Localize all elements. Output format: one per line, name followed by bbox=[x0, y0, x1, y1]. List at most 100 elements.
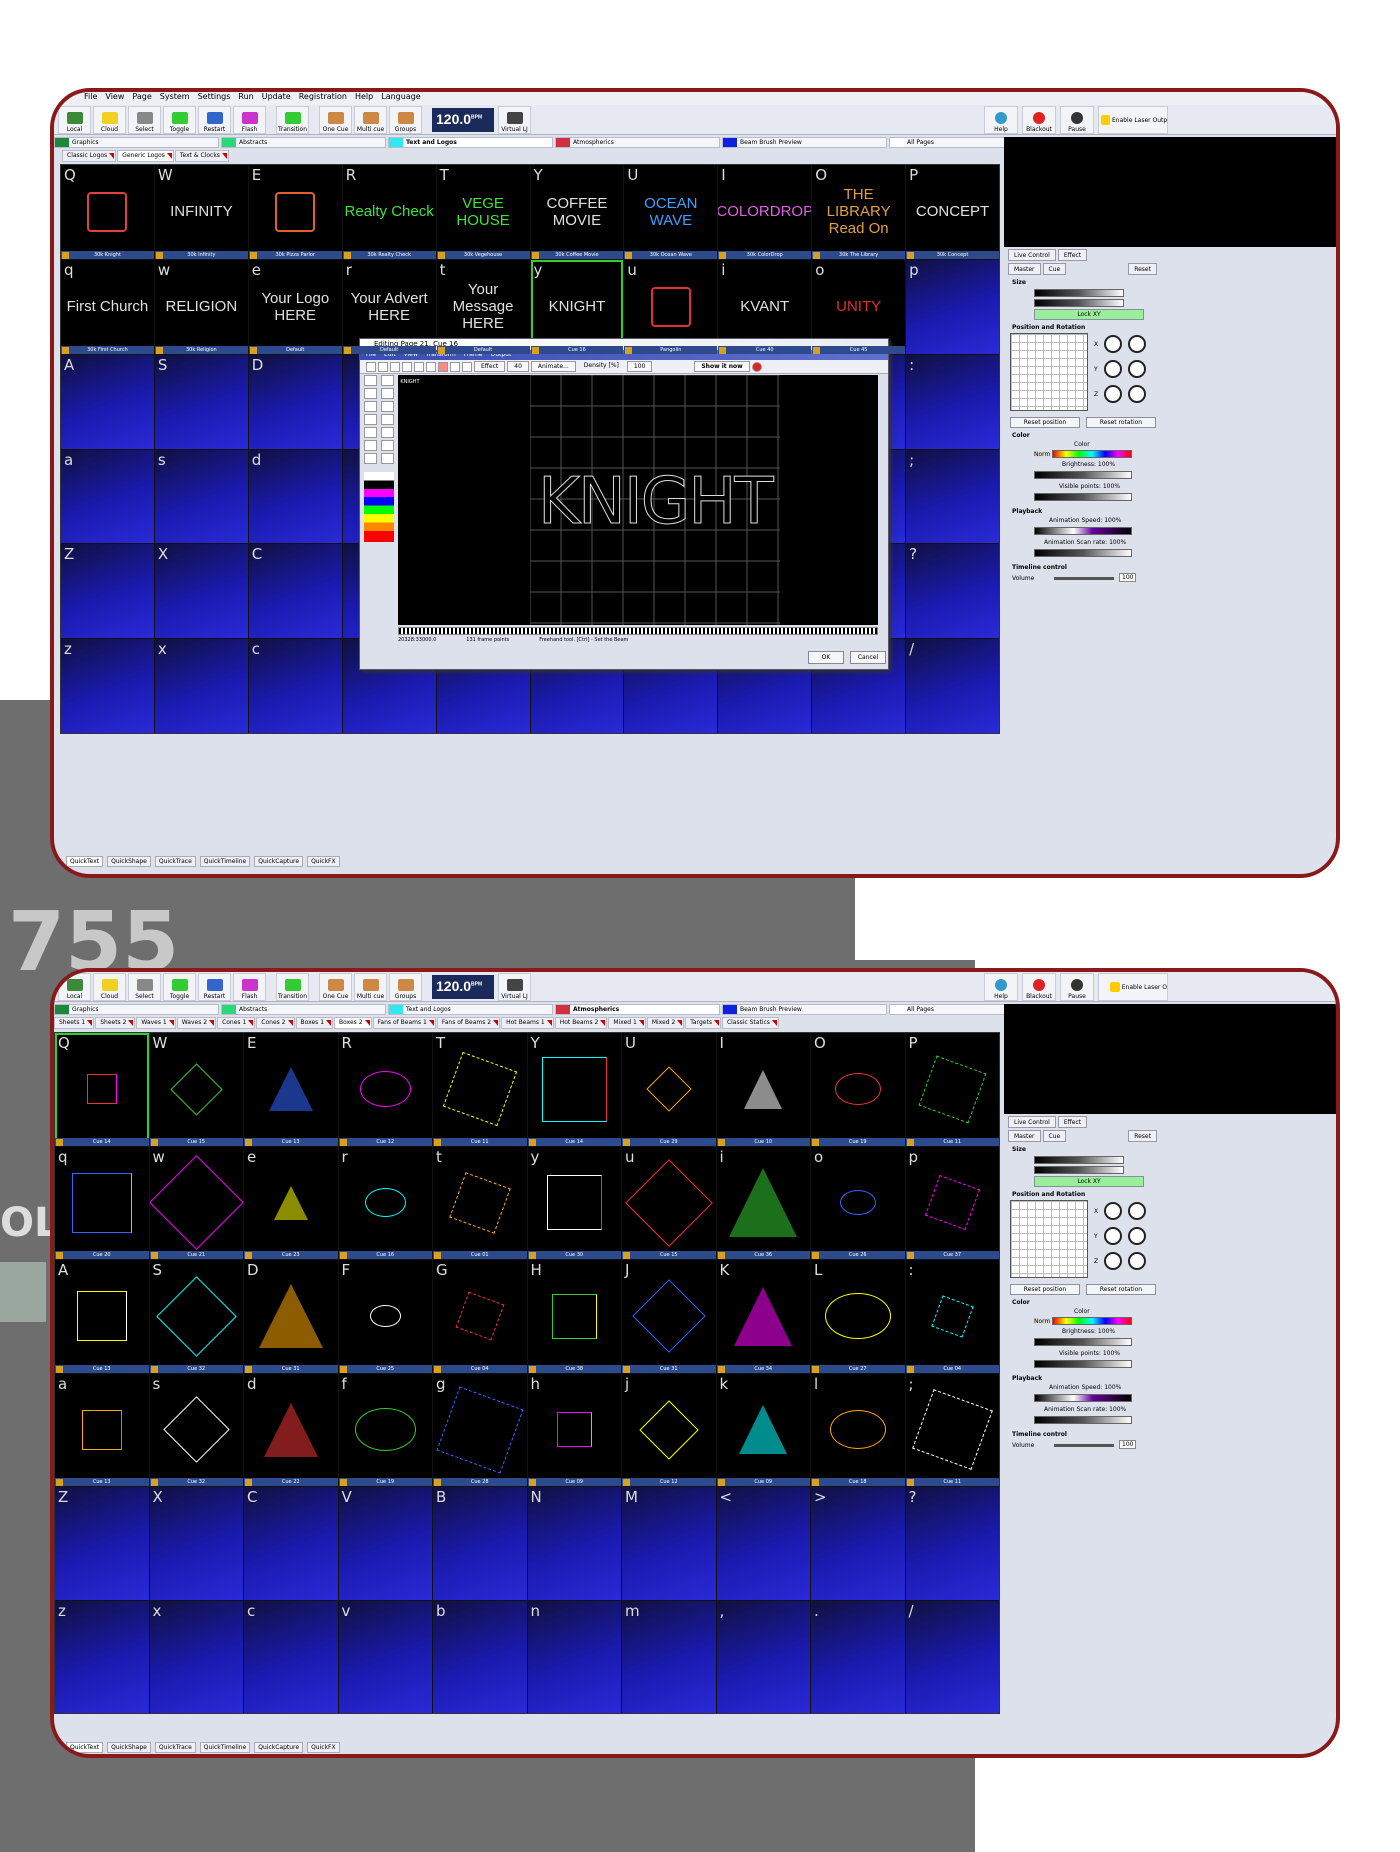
color-palette[interactable] bbox=[364, 472, 394, 542]
cue-cell[interactable]: e Cue 23 bbox=[244, 1146, 338, 1259]
cue-cell[interactable]: a Cue 13 bbox=[55, 1373, 149, 1486]
toolbar-transition-button[interactable]: Transition bbox=[276, 973, 309, 1001]
cue-cell[interactable]: Q 30k Knight bbox=[61, 165, 154, 259]
save-icon[interactable] bbox=[390, 361, 400, 372]
bottom-tab-quickshape[interactable]: QuickShape bbox=[107, 1742, 151, 1753]
cue-cell[interactable]: c bbox=[244, 1600, 338, 1713]
cue-cell[interactable]: ? bbox=[906, 544, 999, 639]
cue-cell[interactable]: z bbox=[61, 639, 154, 733]
panel-cue-button[interactable]: Cue bbox=[1042, 263, 1067, 275]
menu-item-settings[interactable]: Settings bbox=[198, 92, 231, 101]
animation-speed-slider[interactable] bbox=[1034, 527, 1132, 535]
cue-cell[interactable]: D Cue 31 bbox=[244, 1260, 338, 1373]
subtab-classic-logos[interactable]: Classic Logos bbox=[62, 150, 117, 162]
cue-cell[interactable]: U Cue 29 bbox=[622, 1033, 716, 1146]
zoom-tool-icon[interactable] bbox=[364, 401, 377, 412]
cue-cell[interactable]: ? bbox=[905, 1487, 999, 1600]
rotation-knob[interactable] bbox=[1128, 1202, 1146, 1220]
cue-cell[interactable]: p Cue 37 bbox=[905, 1146, 999, 1259]
panel-tab-effect[interactable]: Effect bbox=[1057, 1116, 1088, 1128]
cue-cell[interactable]: : Cue 04 bbox=[905, 1260, 999, 1373]
pause-button[interactable]: Pause bbox=[1060, 106, 1094, 134]
menu-item-view[interactable]: View bbox=[105, 92, 124, 101]
cue-cell[interactable]: c bbox=[248, 639, 342, 733]
cue-cell[interactable]: y Cue 30 bbox=[527, 1146, 621, 1259]
cue-cell[interactable]: a bbox=[61, 449, 154, 544]
page-tab-graphics[interactable]: Graphics bbox=[54, 137, 219, 148]
virtual-lj-button[interactable]: Virtual LJ bbox=[498, 973, 531, 1001]
frame-thumbnail[interactable]: KNIGHT bbox=[398, 375, 422, 405]
page-tab-graphics[interactable]: Graphics bbox=[54, 1004, 219, 1015]
density-value[interactable]: 100 bbox=[626, 361, 653, 372]
cue-cell[interactable]: h Cue 09 bbox=[527, 1373, 621, 1486]
cue-cell[interactable]: K Cue 34 bbox=[716, 1260, 810, 1373]
cue-cell[interactable]: > bbox=[811, 1487, 905, 1600]
size-slider-2[interactable] bbox=[1034, 1166, 1124, 1174]
subtab-cones-2[interactable]: Cones 2 bbox=[256, 1017, 295, 1029]
show-it-now-button[interactable]: Show it now bbox=[694, 361, 750, 372]
cue-cell[interactable]: E Cue 13 bbox=[244, 1033, 338, 1146]
volume-value[interactable]: 100 bbox=[1119, 573, 1137, 582]
menu-item-run[interactable]: Run bbox=[238, 92, 253, 101]
menu-item-help[interactable]: Help bbox=[355, 92, 373, 101]
page-tab-text-and-logos[interactable]: Text and Logos bbox=[388, 137, 553, 148]
bottom-tab-quickfx[interactable]: QuickFX bbox=[307, 1742, 340, 1753]
rotation-knob[interactable] bbox=[1104, 1227, 1122, 1245]
cue-cell[interactable]: p bbox=[906, 259, 999, 354]
cue-cell[interactable]: r Cue 16 bbox=[338, 1146, 432, 1259]
cue-cell[interactable]: C bbox=[244, 1487, 338, 1600]
rotation-knob[interactable] bbox=[1128, 1252, 1146, 1270]
cue-cell[interactable]: A Cue 13 bbox=[55, 1260, 149, 1373]
cue-cell[interactable]: / bbox=[905, 1600, 999, 1713]
color-section-header[interactable]: Color bbox=[1004, 1298, 1336, 1307]
cancel-button[interactable]: Cancel bbox=[850, 651, 886, 664]
cue-cell[interactable]: R Cue 12 bbox=[338, 1033, 432, 1146]
timeline-scrollbar[interactable] bbox=[398, 627, 878, 635]
panel-master-button[interactable]: Master bbox=[1008, 263, 1041, 275]
panel-master-button[interactable]: Master bbox=[1008, 1130, 1041, 1142]
timeline-section-header[interactable]: Timeline control bbox=[1004, 563, 1336, 572]
rotation-knob[interactable] bbox=[1128, 385, 1146, 403]
color-slider[interactable] bbox=[1052, 450, 1132, 458]
panel-reset-button[interactable]: Reset bbox=[1128, 1130, 1157, 1142]
rotation-knob[interactable] bbox=[1128, 360, 1146, 378]
toolbar-multi-cue-button[interactable]: Multi cue bbox=[354, 973, 387, 1001]
subtab-generic-logos[interactable]: Generic Logos bbox=[117, 150, 174, 162]
paste-icon[interactable] bbox=[426, 361, 436, 372]
cue-cell[interactable]: x bbox=[149, 1600, 243, 1713]
delete-icon[interactable] bbox=[438, 361, 448, 372]
cue-cell[interactable]: N bbox=[527, 1487, 621, 1600]
playback-section-header[interactable]: Playback bbox=[1004, 507, 1336, 516]
toolbar-restart-button[interactable]: Restart bbox=[198, 973, 231, 1001]
cue-cell[interactable]: s bbox=[154, 449, 248, 544]
cue-cell[interactable]: q Cue 20 bbox=[55, 1146, 149, 1259]
reset-position-button[interactable]: Reset position bbox=[1010, 417, 1080, 428]
rotation-knob[interactable] bbox=[1128, 335, 1146, 353]
cue-cell[interactable]: X bbox=[149, 1487, 243, 1600]
cue-cell[interactable]: j Cue 12 bbox=[622, 1373, 716, 1486]
page-tab-abstracts[interactable]: Abstracts bbox=[221, 137, 386, 148]
crop-tool-icon[interactable] bbox=[381, 453, 394, 464]
size-slider[interactable] bbox=[1034, 1156, 1124, 1164]
cue-cell[interactable]: , bbox=[716, 1600, 810, 1713]
move-tool-icon[interactable] bbox=[364, 427, 377, 438]
menu-item-registration[interactable]: Registration bbox=[299, 92, 347, 101]
cue-cell[interactable]: u Cue 15 bbox=[622, 1146, 716, 1259]
cue-cell[interactable]: V bbox=[338, 1487, 432, 1600]
bottom-tab-quickcapture[interactable]: QuickCapture bbox=[254, 856, 304, 867]
cue-cell[interactable]: ; Cue 11 bbox=[905, 1373, 999, 1486]
cue-cell[interactable]: J Cue 31 bbox=[622, 1260, 716, 1373]
cue-cell[interactable]: i Cue 36 bbox=[716, 1146, 810, 1259]
bottom-tab-quickfx[interactable]: QuickFX bbox=[307, 856, 340, 867]
rotation-knob[interactable] bbox=[1128, 1227, 1146, 1245]
toolbar-local-button[interactable]: Local bbox=[58, 973, 91, 1001]
subtab-mixed-2[interactable]: Mixed 2 bbox=[646, 1017, 685, 1029]
menu-item-file[interactable]: File bbox=[84, 92, 97, 101]
cue-cell[interactable]: T VEGE HOUSE 30k Vegehouse bbox=[436, 165, 530, 259]
toolbar-cloud-button[interactable]: Cloud bbox=[93, 106, 126, 134]
cue-cell[interactable]: v bbox=[338, 1600, 432, 1713]
bottom-tab-quickshape[interactable]: QuickShape bbox=[107, 856, 151, 867]
cue-cell[interactable]: P CONCEPT 30k Concept bbox=[906, 165, 999, 259]
enable-laser-button[interactable]: Enable Laser Output bbox=[1098, 106, 1168, 134]
cue-cell[interactable]: Y Cue 14 bbox=[527, 1033, 621, 1146]
